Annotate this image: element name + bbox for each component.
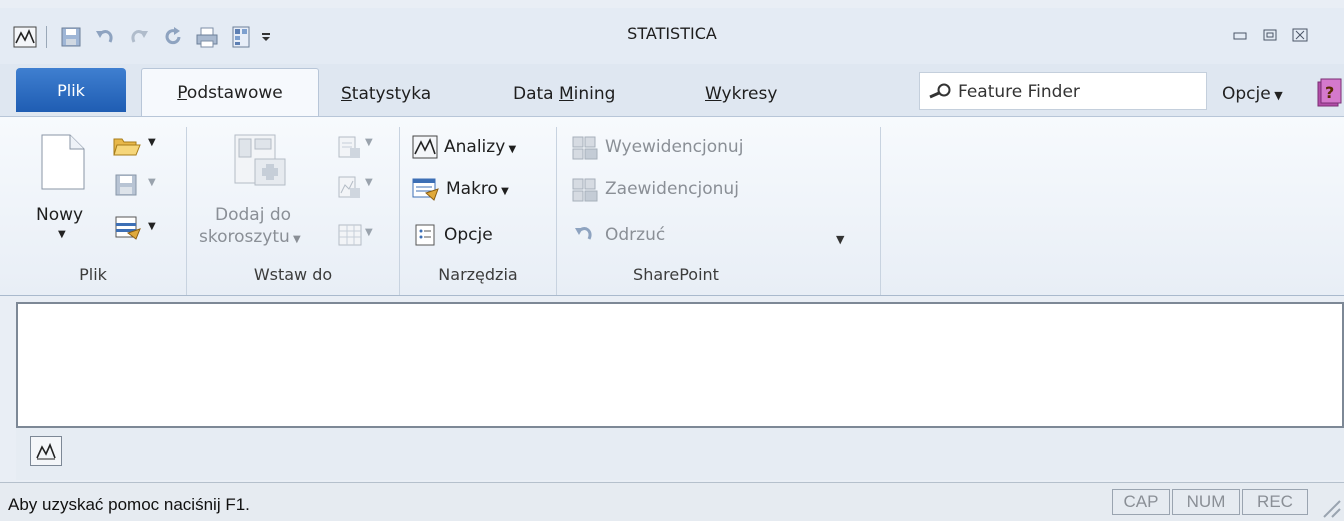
check-in-icon[interactable] bbox=[571, 135, 599, 161]
ribbon-overflow-chevron-icon[interactable]: ▼ bbox=[836, 233, 844, 246]
ribbon-group-plik: Nowy ▼ ▼ ▼ ▼ Plik bbox=[0, 117, 186, 295]
ribbon: Nowy ▼ ▼ ▼ ▼ Plik Dodaj do skoroszytu ▼ … bbox=[0, 116, 1344, 296]
svg-text:?: ? bbox=[1325, 83, 1334, 102]
analyses-icon[interactable] bbox=[412, 135, 438, 159]
tab-podstawowe[interactable]: Podstawowe bbox=[141, 68, 319, 116]
macro-button[interactable]: Makro ▼ bbox=[446, 179, 509, 199]
open-folder-icon[interactable] bbox=[112, 135, 142, 157]
analyses-button[interactable]: Analizy ▼ bbox=[444, 137, 516, 157]
add-to-workbook-icon[interactable] bbox=[233, 133, 289, 189]
restore-icon bbox=[1263, 29, 1277, 41]
search-icon bbox=[929, 83, 951, 99]
title-bar: STATISTICA bbox=[0, 8, 1344, 64]
check-out-button[interactable]: Zaewidencjonuj bbox=[605, 179, 739, 199]
status-bar: Aby uzyskać pomoc naciśnij F1. CAP NUM R… bbox=[0, 482, 1344, 521]
new-dropdown-icon[interactable]: ▼ bbox=[58, 229, 66, 240]
search-input[interactable]: Feature Finder bbox=[958, 82, 1080, 102]
tab-statystyka[interactable]: Statystyka bbox=[341, 84, 431, 104]
chevron-down-icon: ▼ bbox=[497, 186, 509, 197]
add-to-workbook-line1[interactable]: Dodaj do bbox=[215, 205, 291, 225]
insert-graph-icon[interactable] bbox=[337, 175, 363, 199]
check-out-icon[interactable] bbox=[571, 177, 599, 203]
options-icon[interactable] bbox=[414, 223, 438, 247]
close-button[interactable] bbox=[1286, 22, 1314, 48]
insert-spreadsheet-dropdown-icon[interactable]: ▼ bbox=[365, 227, 373, 238]
num-lock-indicator: NUM bbox=[1172, 489, 1240, 515]
minimize-button[interactable] bbox=[1226, 22, 1254, 48]
close-icon bbox=[1292, 28, 1308, 42]
group-label-wstaw-do: Wstaw do bbox=[253, 265, 333, 284]
group-separator bbox=[880, 127, 881, 295]
chevron-down-icon: ▼ bbox=[505, 144, 517, 155]
status-message: Aby uzyskać pomoc naciśnij F1. bbox=[8, 495, 250, 514]
open-dropdown-icon[interactable]: ▼ bbox=[148, 137, 156, 148]
minimize-icon bbox=[1233, 32, 1247, 40]
ribbon-group-narzedzia: Analizy ▼ Makro ▼ Opcje Narzędzia bbox=[400, 117, 556, 295]
resize-grip-icon[interactable] bbox=[1318, 495, 1342, 519]
statistica-logo-icon bbox=[36, 442, 56, 460]
window-title: STATISTICA bbox=[627, 24, 717, 43]
options-button[interactable]: Opcje bbox=[444, 225, 493, 245]
feature-finder-search[interactable]: Feature Finder bbox=[919, 72, 1207, 110]
caps-lock-indicator: CAP bbox=[1112, 489, 1170, 515]
insert-spreadsheet-icon[interactable] bbox=[337, 223, 363, 247]
ribbon-tab-row: Plik Podstawowe Statystyka Data Mining W… bbox=[0, 64, 1344, 116]
group-label-sharepoint: SharePoint bbox=[633, 265, 719, 284]
restore-button[interactable] bbox=[1256, 22, 1284, 48]
save-dropdown-icon[interactable]: ▼ bbox=[148, 177, 156, 188]
insert-report-dropdown-icon[interactable]: ▼ bbox=[365, 137, 373, 148]
group-label-narzedzia: Narzędzia bbox=[438, 265, 518, 284]
discard-button[interactable]: Odrzuć bbox=[605, 225, 665, 245]
save-as-icon[interactable] bbox=[114, 215, 142, 241]
workspace-area[interactable] bbox=[16, 302, 1344, 428]
tab-wykresy[interactable]: Wykresy bbox=[705, 84, 777, 104]
save-file-icon[interactable] bbox=[114, 173, 138, 197]
tab-file[interactable]: Plik bbox=[16, 68, 126, 112]
tab-podstawowe-label: Podstawowe bbox=[177, 82, 283, 103]
ribbon-group-wstaw-do: Dodaj do skoroszytu ▼ ▼ ▼ ▼ Wstaw do bbox=[187, 117, 399, 295]
insert-report-icon[interactable] bbox=[337, 135, 363, 159]
options-menu[interactable]: Opcje ▼ bbox=[1222, 84, 1283, 104]
group-label-plik: Plik bbox=[79, 265, 107, 284]
statistica-window-button[interactable] bbox=[30, 436, 62, 466]
options-menu-label: Opcje bbox=[1222, 84, 1271, 104]
chevron-down-icon: ▼ bbox=[289, 234, 301, 245]
ribbon-group-sharepoint: Wyewidencjonuj Zaewidencjonuj Odrzuć Sha… bbox=[557, 117, 795, 295]
check-in-button[interactable]: Wyewidencjonuj bbox=[605, 137, 743, 157]
add-to-workbook-line2[interactable]: skoroszytu ▼ bbox=[199, 227, 301, 247]
new-document-icon[interactable] bbox=[40, 133, 86, 191]
help-book-icon[interactable]: ? bbox=[1314, 76, 1344, 108]
save-as-dropdown-icon[interactable]: ▼ bbox=[148, 221, 156, 232]
insert-graph-dropdown-icon[interactable]: ▼ bbox=[365, 177, 373, 188]
tab-data-mining[interactable]: Data Mining bbox=[513, 84, 615, 104]
new-button[interactable]: Nowy bbox=[36, 205, 83, 225]
discard-undo-icon[interactable] bbox=[573, 223, 597, 245]
window-taskbar bbox=[16, 428, 1344, 480]
record-indicator: REC bbox=[1242, 489, 1308, 515]
chevron-down-icon: ▼ bbox=[1270, 89, 1283, 102]
macro-icon[interactable] bbox=[412, 177, 440, 201]
